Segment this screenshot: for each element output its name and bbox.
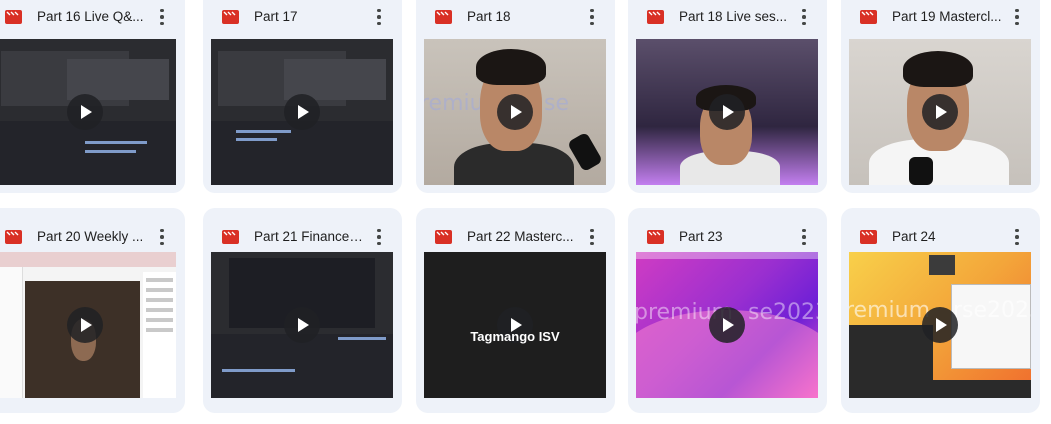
video-thumbnail[interactable] — [211, 39, 393, 185]
play-icon[interactable] — [922, 307, 958, 343]
more-vert-icon[interactable] — [153, 6, 171, 28]
file-name: Part 24 — [892, 229, 936, 244]
play-icon[interactable] — [709, 307, 745, 343]
play-icon[interactable] — [284, 94, 320, 130]
video-icon — [222, 10, 239, 24]
more-vert-icon[interactable] — [370, 6, 388, 28]
file-card[interactable]: Part 16 Live Q&... — [0, 0, 185, 193]
card-header: Part 18 — [416, 0, 615, 39]
file-card[interactable]: Part 22 Masterc... Tagmango ISV — [416, 208, 615, 413]
video-icon — [435, 10, 452, 24]
file-card[interactable]: Part 21 Finance ... — [203, 208, 402, 413]
thumbnail-label: Tagmango ISV — [470, 329, 560, 344]
play-icon[interactable] — [709, 94, 745, 130]
video-icon — [647, 10, 664, 24]
video-thumbnail[interactable] — [0, 252, 176, 398]
video-thumbnail[interactable] — [636, 39, 818, 185]
more-vert-icon[interactable] — [1008, 6, 1026, 28]
play-icon[interactable] — [67, 307, 103, 343]
play-icon[interactable] — [922, 94, 958, 130]
file-card[interactable]: Part 23 premium se2023 — [628, 208, 827, 413]
card-header: Part 19 Mastercl... — [841, 0, 1040, 39]
file-card[interactable]: Part 18 remium se — [416, 0, 615, 193]
play-icon[interactable] — [284, 307, 320, 343]
file-card[interactable]: Part 17 — [203, 0, 402, 193]
file-name: Part 16 Live Q&... — [37, 9, 144, 24]
video-thumbnail[interactable]: Tagmango ISV — [424, 252, 606, 398]
watermark-text: se — [544, 91, 569, 116]
video-thumbnail[interactable] — [211, 252, 393, 398]
video-icon — [860, 10, 877, 24]
file-card[interactable]: Part 18 Live ses... — [628, 0, 827, 193]
file-name: Part 20 Weekly ... — [37, 229, 144, 244]
watermark-text: rse2023 — [953, 298, 1031, 323]
more-vert-icon[interactable] — [583, 226, 601, 248]
file-name: Part 17 — [254, 9, 298, 24]
more-vert-icon[interactable] — [153, 226, 171, 248]
file-name: Part 18 Live ses... — [679, 9, 788, 24]
more-vert-icon[interactable] — [1008, 226, 1026, 248]
file-grid-row-2: Part 20 Weekly ... Part 21 Finance ... P… — [0, 208, 1051, 413]
file-card[interactable]: Part 20 Weekly ... — [0, 208, 185, 413]
more-vert-icon[interactable] — [795, 6, 813, 28]
file-name: Part 18 — [467, 9, 511, 24]
video-icon — [5, 230, 22, 244]
play-icon[interactable] — [497, 94, 533, 130]
video-icon — [860, 230, 877, 244]
video-thumbnail[interactable]: remium se — [424, 39, 606, 185]
play-icon[interactable] — [67, 94, 103, 130]
card-header: Part 17 — [203, 0, 402, 39]
card-header: Part 16 Live Q&... — [0, 0, 185, 39]
video-thumbnail[interactable] — [849, 39, 1031, 185]
watermark-text: remium — [849, 298, 931, 323]
video-icon — [435, 230, 452, 244]
more-vert-icon[interactable] — [583, 6, 601, 28]
video-thumbnail[interactable] — [0, 39, 176, 185]
file-name: Part 22 Masterc... — [467, 229, 574, 244]
video-icon — [5, 10, 22, 24]
more-vert-icon[interactable] — [795, 226, 813, 248]
card-header: Part 18 Live ses... — [628, 0, 827, 39]
file-card[interactable]: Part 19 Mastercl... — [841, 0, 1040, 193]
more-vert-icon[interactable] — [370, 226, 388, 248]
file-name: Part 21 Finance ... — [254, 229, 364, 244]
file-grid-row-1: Part 16 Live Q&... Part 17 Part 18 remiu… — [0, 0, 1051, 193]
file-name: Part 19 Mastercl... — [892, 9, 1002, 24]
video-icon — [222, 230, 239, 244]
video-icon — [647, 230, 664, 244]
file-name: Part 23 — [679, 229, 723, 244]
file-card[interactable]: Part 24 remium rse2023 — [841, 208, 1040, 413]
watermark-text: se2023 — [748, 300, 818, 325]
video-thumbnail[interactable]: remium rse2023 — [849, 252, 1031, 398]
video-thumbnail[interactable]: premium se2023 — [636, 252, 818, 398]
